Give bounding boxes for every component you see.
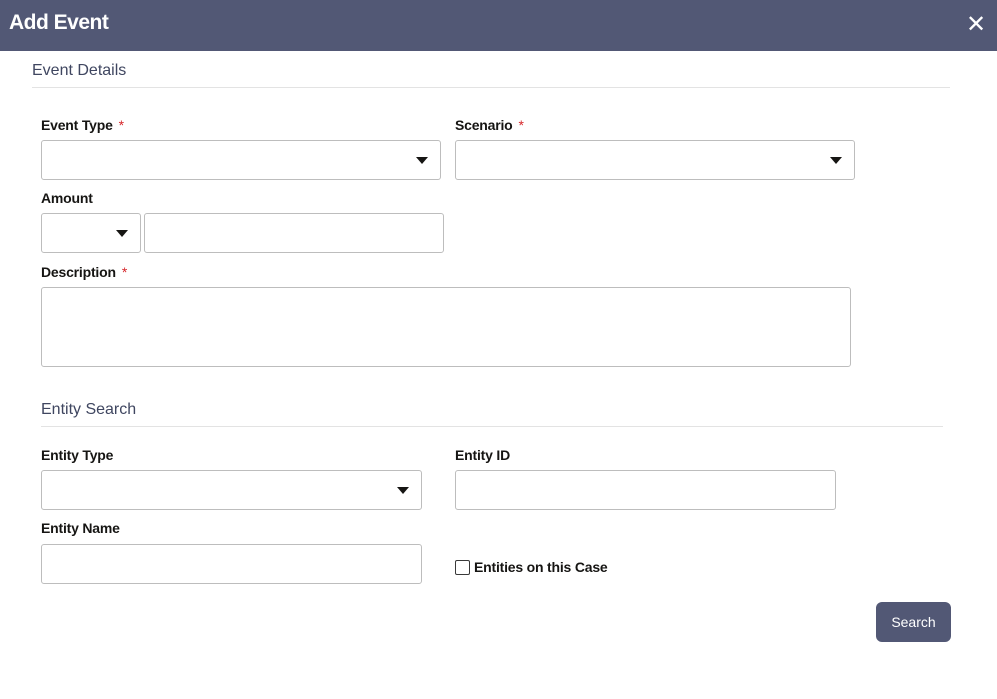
required-marker: * — [518, 117, 524, 133]
event-type-select[interactable] — [41, 140, 441, 180]
dialog-title: Add Event — [9, 11, 109, 34]
entities-on-case-checkbox[interactable] — [455, 560, 470, 575]
description-textarea[interactable] — [41, 287, 851, 367]
entity-type-label: Entity Type — [41, 447, 114, 463]
scenario-label-text: Scenario — [455, 117, 513, 133]
required-marker: * — [121, 264, 128, 280]
section-divider — [41, 426, 943, 427]
event-details-heading: Event Details — [32, 62, 127, 79]
entity-search-heading: Entity Search — [41, 401, 137, 418]
entities-on-case-label[interactable]: Entities on this Case — [474, 559, 608, 575]
event-type-label: Event Type * — [41, 117, 124, 133]
entity-id-label: Entity ID — [455, 447, 510, 463]
required-marker: * — [118, 117, 124, 133]
amount-currency-select[interactable] — [41, 213, 141, 253]
description-label: Description * — [41, 264, 127, 280]
chevron-down-icon — [397, 487, 409, 494]
chevron-down-icon — [116, 230, 128, 237]
entity-type-select[interactable] — [41, 470, 422, 510]
amount-input[interactable] — [144, 213, 444, 253]
event-type-label-text: Event Type — [41, 117, 113, 133]
entity-id-input[interactable] — [455, 470, 836, 510]
section-divider — [32, 87, 950, 88]
close-icon[interactable]: ✕ — [965, 12, 987, 38]
entity-name-label: Entity Name — [41, 520, 120, 536]
scenario-select[interactable] — [455, 140, 855, 180]
chevron-down-icon — [416, 157, 428, 164]
amount-label: Amount — [41, 190, 93, 206]
search-button[interactable]: Search — [876, 602, 951, 642]
scenario-label: Scenario * — [455, 117, 524, 133]
chevron-down-icon — [830, 157, 842, 164]
description-label-text: Description — [41, 264, 116, 280]
dialog-header: Add Event ✕ — [0, 0, 997, 51]
entity-name-input[interactable] — [41, 544, 422, 584]
